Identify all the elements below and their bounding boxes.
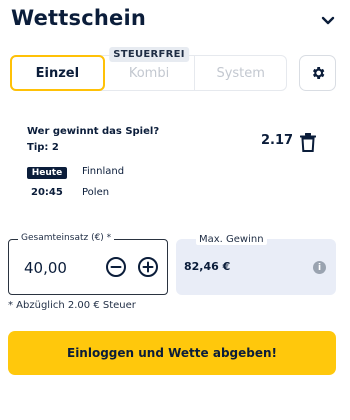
bet-item: Wer gewinnt das Spiel? Tip: 2 2.17 Heute…: [27, 126, 327, 206]
chevron-down-icon: [321, 16, 335, 25]
bottom-divider: [0, 404, 350, 420]
max-win-label: Max. Gewinn: [196, 234, 267, 245]
gear-icon: [312, 67, 324, 79]
tax-note: * Abzüglich 2.00 € Steuer: [8, 300, 136, 311]
max-win-value: 82,46 €: [184, 260, 231, 273]
tab-einzel-label: Einzel: [35, 65, 80, 81]
tab-system-label: System: [216, 65, 265, 81]
match-time: 20:45: [31, 187, 63, 198]
tab-einzel[interactable]: Einzel: [10, 55, 105, 91]
bet-odds: 2.17: [261, 133, 294, 148]
collapse-button[interactable]: [319, 12, 337, 30]
bet-question: Wer gewinnt das Spiel?: [27, 126, 160, 137]
submit-label: Einloggen und Wette abgeben!: [67, 346, 277, 360]
increase-stake-button[interactable]: [137, 256, 159, 278]
delete-bet-button[interactable]: [299, 132, 317, 152]
tab-system[interactable]: System: [194, 56, 286, 90]
stake-label: Gesamteinsatz (€) *: [18, 233, 115, 243]
minus-circle-icon: [106, 257, 126, 277]
settings-button[interactable]: [299, 55, 336, 91]
bet-tip: Tip: 2: [27, 142, 59, 153]
decrease-stake-button[interactable]: [105, 256, 127, 278]
stake-field: Gesamteinsatz (€) * 40,00: [8, 233, 168, 295]
bet-type-tabs: Einzel STEUERFREI Kombi System: [10, 47, 287, 91]
team-home: Finnland: [82, 166, 125, 177]
tab-kombi[interactable]: STEUERFREI Kombi: [104, 47, 195, 90]
steuerfrei-badge: STEUERFREI: [109, 47, 189, 62]
team-away: Polen: [82, 187, 110, 198]
plus-circle-icon: [138, 257, 158, 277]
tab-kombi-label: Kombi: [128, 65, 170, 81]
login-and-bet-button[interactable]: Einloggen und Wette abgeben!: [8, 331, 336, 375]
info-icon[interactable]: i: [313, 261, 326, 274]
betslip-header: Wettschein: [11, 6, 341, 36]
today-badge: Heute: [27, 167, 67, 179]
max-win-box: Max. Gewinn 82,46 € i: [176, 234, 336, 295]
page-title: Wettschein: [11, 6, 147, 30]
stake-input[interactable]: 40,00: [24, 259, 67, 277]
trash-icon: [300, 132, 316, 152]
